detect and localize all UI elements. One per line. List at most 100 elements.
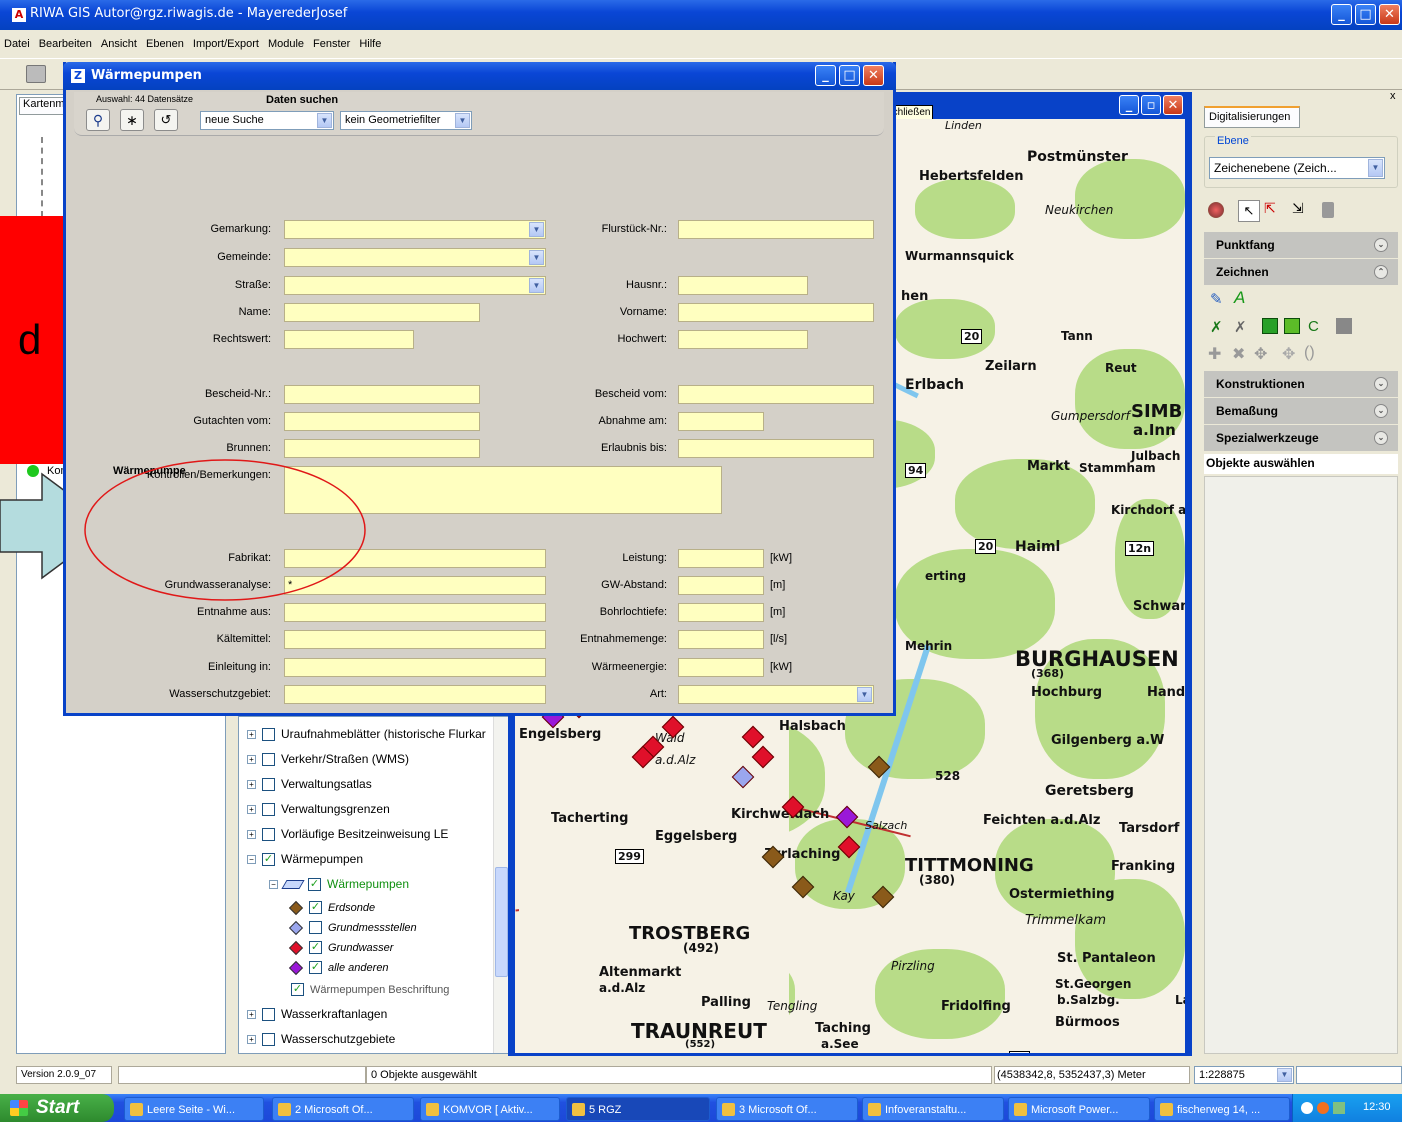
input-field[interactable] <box>678 439 874 458</box>
taskbar-item[interactable]: KOMVOR [ Aktiv... <box>420 1097 560 1121</box>
checkbox[interactable] <box>262 728 275 742</box>
right-panel-close-icon[interactable]: x <box>1390 90 1396 102</box>
checkbox[interactable] <box>262 778 275 792</box>
line-tool-icon[interactable]: ✗ <box>1210 318 1223 336</box>
menu-item-5[interactable]: Module <box>268 38 304 50</box>
chevron-down-icon[interactable]: ▼ <box>529 250 544 265</box>
print-icon[interactable] <box>26 65 46 83</box>
menu-item-1[interactable]: Bearbeiten <box>39 38 92 50</box>
checkbox[interactable]: ✓ <box>262 853 275 867</box>
chevron-up-icon[interactable]: ⌃ <box>1374 265 1388 279</box>
checkbox[interactable]: ✓ <box>309 901 322 915</box>
scroll-thumb[interactable] <box>495 867 508 977</box>
layer-row[interactable]: + Wasserschutzgebiete <box>247 1030 395 1050</box>
expand-icon[interactable]: + <box>247 1035 256 1045</box>
layer-row[interactable]: ✓ alle anderen <box>288 958 389 978</box>
panel-section[interactable]: Bemaßung ⌄ <box>1204 398 1398 424</box>
taskbar-item[interactable]: Microsoft Power... <box>1008 1097 1150 1121</box>
layer-row[interactable]: − ✓ Wärmepumpen <box>247 850 363 870</box>
map-minimize-button[interactable]: _ <box>1119 95 1139 115</box>
wp-input-field[interactable] <box>678 603 764 622</box>
close-button[interactable]: ✕ <box>1379 4 1400 25</box>
menu-item-7[interactable]: Hilfe <box>359 38 381 50</box>
taskbar-item[interactable]: Leere Seite - Wi... <box>124 1097 264 1121</box>
wp-input-field[interactable] <box>678 576 764 595</box>
layer-row[interactable]: + Vorläufige Besitzeinweisung LE <box>247 825 448 845</box>
checkbox[interactable]: ✓ <box>309 961 322 975</box>
expand-icon[interactable]: + <box>247 730 256 740</box>
select-add-icon[interactable]: ⇱ <box>1264 200 1276 217</box>
panel-section[interactable]: Zeichnen ⌃ <box>1204 259 1398 285</box>
tab-digitalisierungen[interactable]: Digitalisierungen <box>1204 106 1300 128</box>
select-arrow-icon[interactable]: ↖ <box>1238 200 1260 222</box>
map-close-button[interactable]: ✕ <box>1163 95 1183 115</box>
taskbar-item[interactable]: 2 Microsoft Of... <box>272 1097 414 1121</box>
maximize-button[interactable]: □ <box>1355 4 1376 25</box>
input-field[interactable] <box>678 412 764 431</box>
chevron-down-icon[interactable]: ▼ <box>1277 1068 1292 1082</box>
wp-input-field[interactable]: ▼ <box>678 685 874 704</box>
expand-icon[interactable]: + <box>247 1010 256 1020</box>
expand-icon[interactable]: + <box>247 805 256 815</box>
menu-item-4[interactable]: Import/Export <box>193 38 259 50</box>
checkbox[interactable] <box>262 828 275 842</box>
input-field[interactable] <box>678 220 874 239</box>
checkbox[interactable]: ✓ <box>309 941 322 955</box>
panel-section[interactable]: Punktfang ⌄ <box>1204 232 1398 258</box>
tree-scrollbar[interactable] <box>493 717 509 1053</box>
layer-row[interactable]: + Verwaltungsatlas <box>247 775 372 795</box>
minimize-button[interactable]: _ <box>1331 4 1352 25</box>
map-restore-button[interactable]: ▫ <box>1141 95 1161 115</box>
palette-icon[interactable] <box>1208 202 1224 218</box>
input-field[interactable] <box>284 412 480 431</box>
checkbox[interactable] <box>262 803 275 817</box>
taskbar-item[interactable]: fischerweg 14, ... <box>1154 1097 1290 1121</box>
checkbox[interactable] <box>262 1008 275 1022</box>
ebene-select[interactable]: Zeichenebene (Zeich... ▼ <box>1209 157 1385 179</box>
checkbox[interactable]: ✓ <box>308 878 321 892</box>
move-all-icon[interactable]: ✥ <box>1282 344 1295 364</box>
panel-section[interactable]: Konstruktionen ⌄ <box>1204 371 1398 397</box>
input-field[interactable] <box>678 303 874 322</box>
layer-row[interactable]: ✓ Erdsonde <box>288 898 375 918</box>
input-field[interactable] <box>678 330 808 349</box>
tray-icon[interactable] <box>1333 1102 1345 1114</box>
pen-icon[interactable]: ✎ <box>1210 290 1223 308</box>
layer-row[interactable]: + Wasserkraftanlagen <box>247 1005 387 1025</box>
expand-icon[interactable]: + <box>247 755 256 765</box>
chevron-down-icon[interactable]: ⌄ <box>1374 431 1388 445</box>
layer-row[interactable]: − ✓ Wärmepumpen <box>269 875 409 895</box>
layer-row[interactable]: + Uraufnahmeblätter (historische Flurkar <box>247 725 486 745</box>
taskbar-item[interactable]: Infoveranstaltu... <box>862 1097 1004 1121</box>
tray-icon[interactable] <box>1301 1102 1313 1114</box>
checkbox[interactable] <box>262 753 275 767</box>
input-field[interactable] <box>284 303 480 322</box>
panel-section[interactable]: Spezialwerkzeuge ⌄ <box>1204 425 1398 451</box>
remove-point-icon[interactable]: ✖ <box>1232 344 1245 364</box>
select-remove-icon[interactable]: ⇲ <box>1292 200 1304 217</box>
text-icon[interactable]: A <box>1234 288 1245 308</box>
polygon-edit-icon[interactable] <box>1284 318 1300 334</box>
menu-item-6[interactable]: Fenster <box>313 38 350 50</box>
input-field[interactable] <box>284 385 480 404</box>
wp-input-field[interactable] <box>678 549 764 568</box>
checkbox[interactable] <box>309 921 322 935</box>
menu-item-3[interactable]: Ebenen <box>146 38 184 50</box>
input-field[interactable]: ▼ <box>284 248 546 267</box>
layer-row[interactable]: ✓ Wärmepumpen Beschriftung <box>291 980 449 1000</box>
wp-input-field[interactable] <box>678 658 764 677</box>
layer-row[interactable]: + Verkehr/Straßen (WMS) <box>247 750 409 770</box>
scale-select[interactable]: 1:228875 ▼ <box>1194 1066 1294 1084</box>
expand-icon[interactable]: + <box>247 830 256 840</box>
checkbox[interactable] <box>262 1033 275 1047</box>
start-button[interactable]: Start <box>0 1094 114 1122</box>
polygon-tool-icon[interactable] <box>1262 318 1278 334</box>
left-tab[interactable]: Kartenm <box>19 97 65 115</box>
tray-icon[interactable] <box>1317 1102 1329 1114</box>
expand-icon[interactable]: − <box>269 880 278 890</box>
add-point-icon[interactable]: ✚ <box>1208 344 1221 364</box>
delete-icon[interactable] <box>1322 202 1334 218</box>
input-field[interactable] <box>284 330 414 349</box>
checkbox[interactable]: ✓ <box>291 983 304 997</box>
circle-tool-icon[interactable]: C <box>1308 318 1319 335</box>
